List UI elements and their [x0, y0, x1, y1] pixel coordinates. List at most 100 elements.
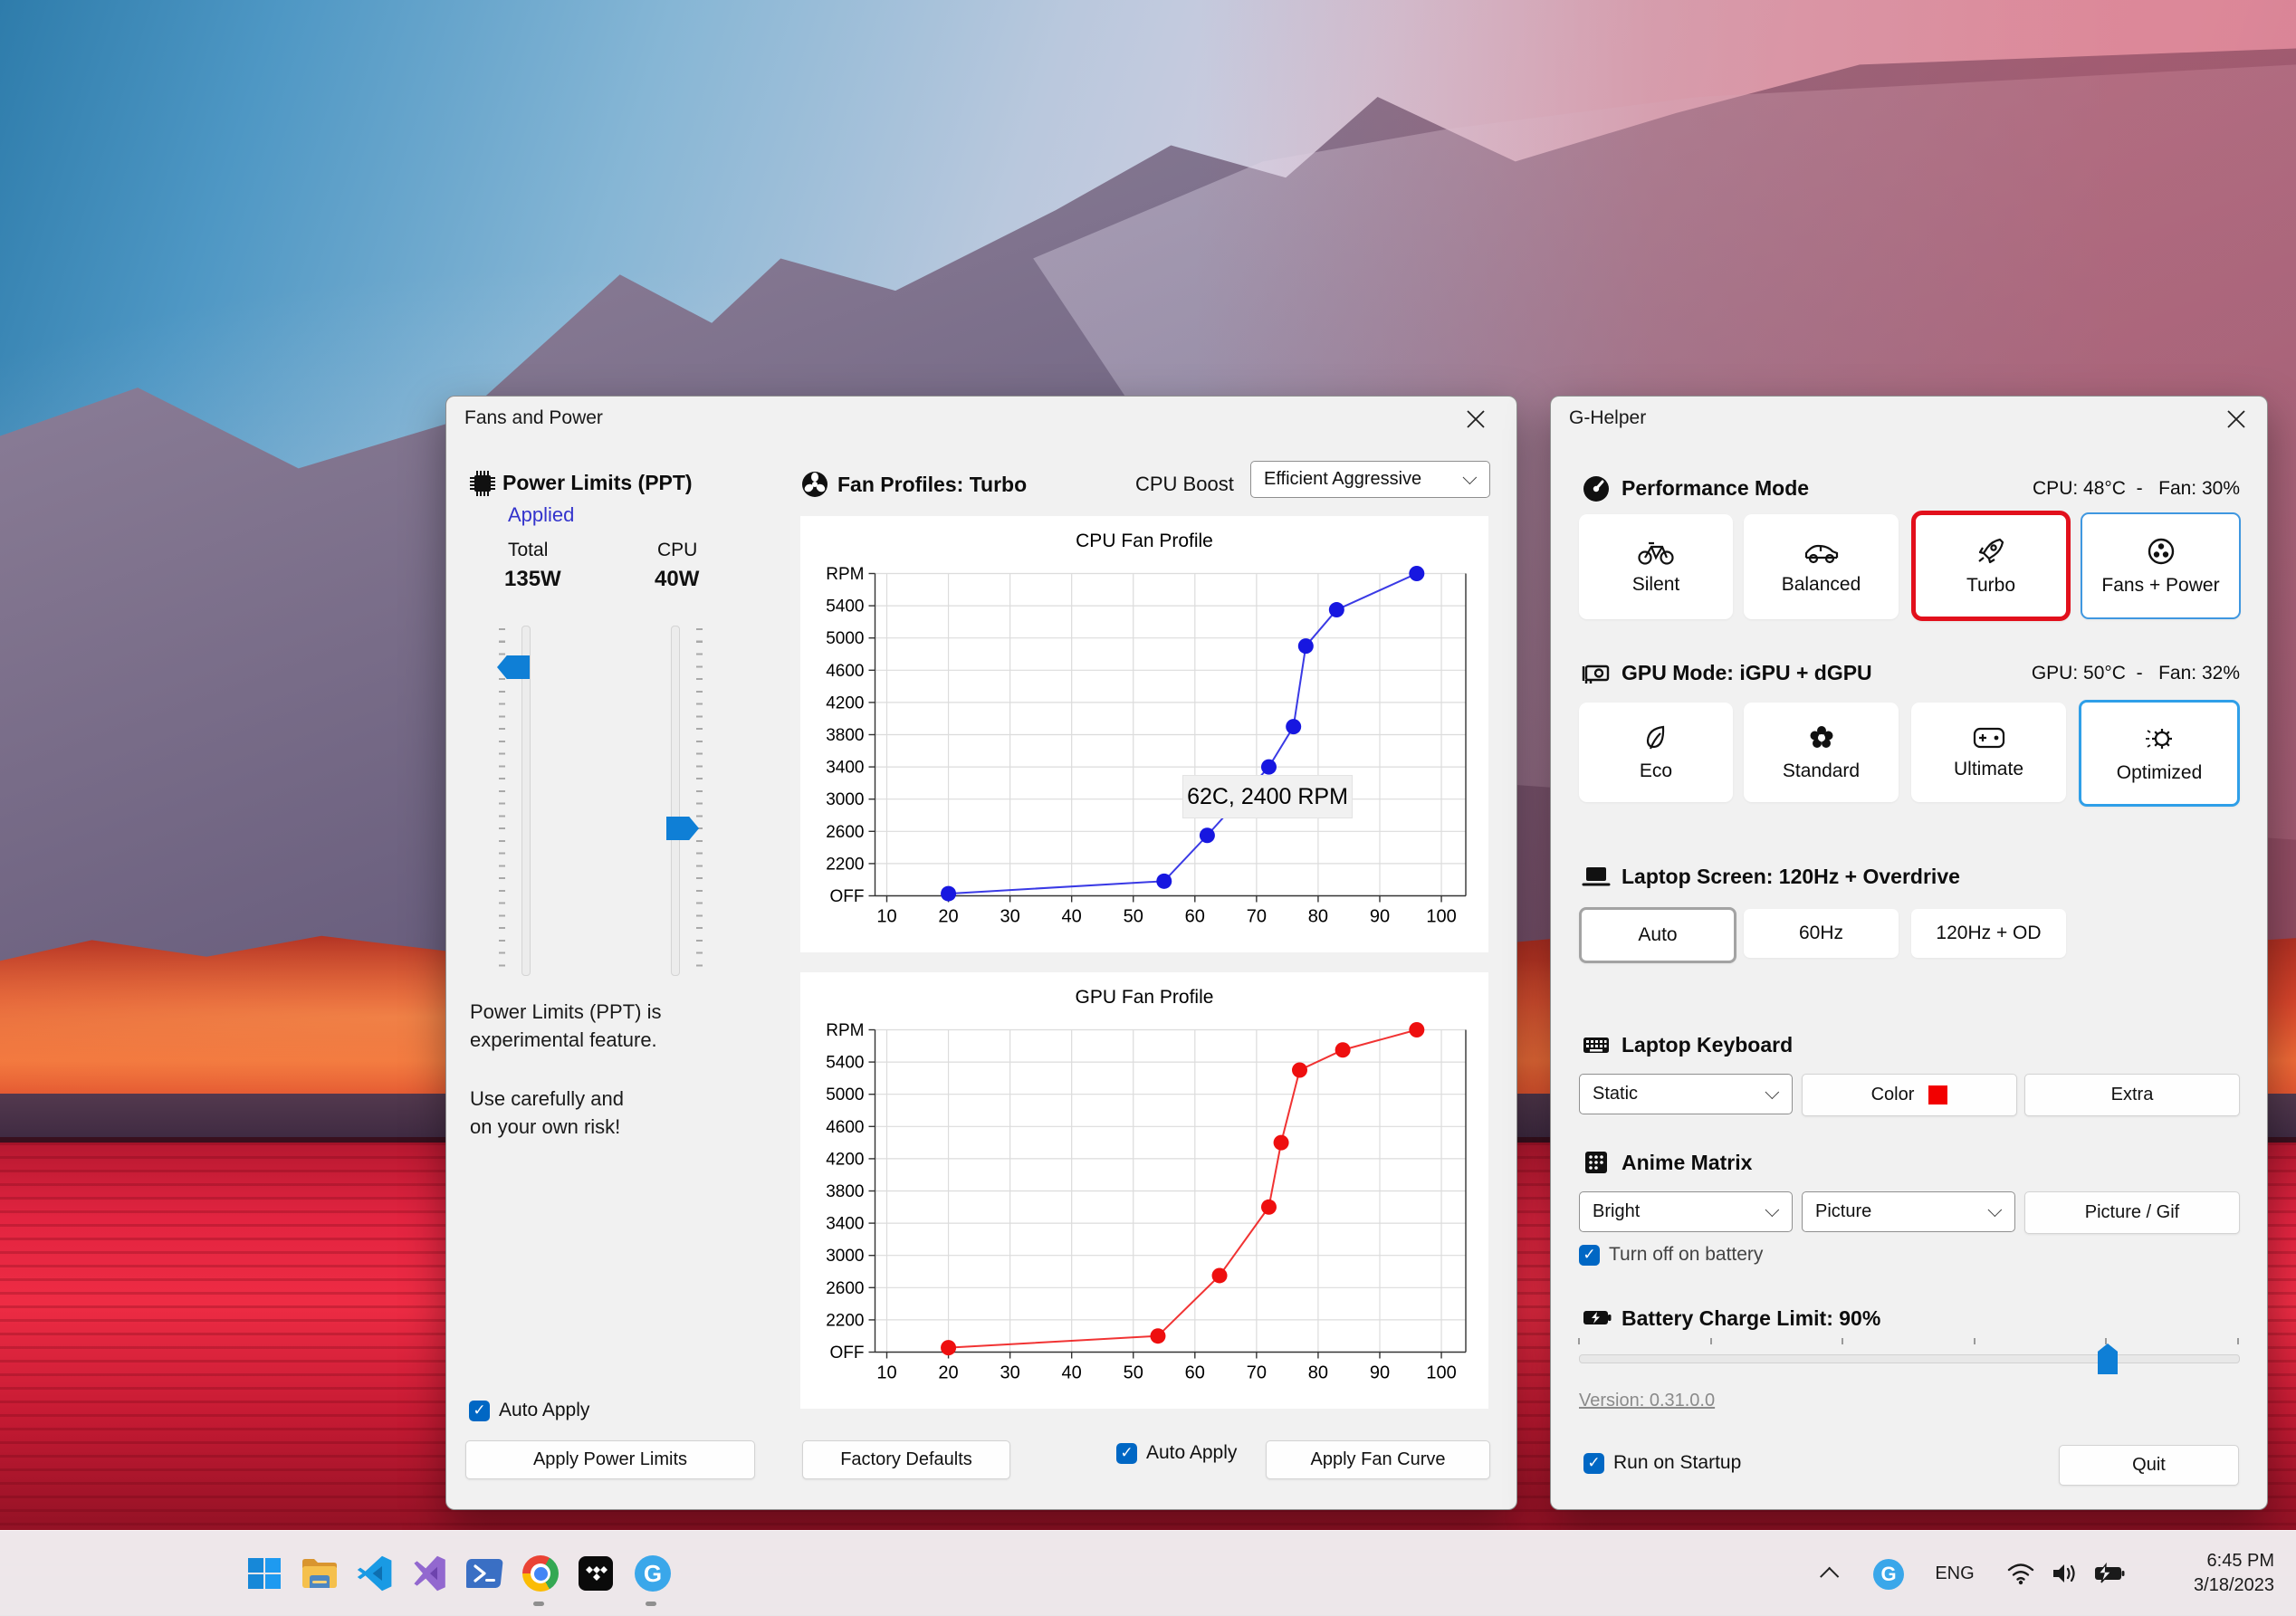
perf-mode-silent-button[interactable]: Silent	[1579, 514, 1733, 619]
fan-curve-point[interactable]	[1261, 1200, 1277, 1215]
fan-curve-point[interactable]	[1200, 827, 1215, 843]
tidal-button[interactable]	[576, 1554, 616, 1593]
cpu-slider-thumb[interactable]	[666, 817, 699, 840]
factory-defaults-button[interactable]: Factory Defaults	[802, 1440, 1010, 1479]
fan-curve-point[interactable]	[941, 886, 956, 902]
language-label: ENG	[1935, 1563, 1974, 1584]
visual-studio-icon	[412, 1555, 448, 1592]
language-indicator[interactable]: ENG	[1932, 1561, 1977, 1586]
battery-slider-thumb[interactable]	[2098, 1343, 2118, 1374]
apply-power-limits-button[interactable]: Apply Power Limits	[465, 1440, 755, 1479]
close-button[interactable]	[2221, 406, 2252, 433]
close-icon	[2226, 409, 2246, 429]
auto-gear-icon	[2144, 723, 2175, 754]
fan-curve-point[interactable]	[1212, 1267, 1228, 1283]
svg-text:4600: 4600	[826, 662, 864, 681]
fan-curve-point[interactable]	[1286, 719, 1301, 734]
version-link[interactable]: Version: 0.31.0.0	[1579, 1391, 1715, 1411]
tray-expand-button[interactable]	[1815, 1558, 1848, 1589]
fan-curve-point[interactable]	[1274, 1135, 1289, 1151]
wifi-tray-icon[interactable]	[2003, 1558, 2039, 1589]
volume-tray-icon[interactable]	[2046, 1558, 2082, 1589]
tray-ghelper-icon[interactable]: G	[1870, 1556, 1907, 1592]
svg-text:RPM: RPM	[826, 1021, 864, 1040]
svg-text:3000: 3000	[826, 790, 864, 809]
fan-curve-line	[949, 1030, 1417, 1348]
chevron-down-icon	[1988, 1203, 2003, 1218]
run-on-startup-checkbox[interactable]: ✓ Run on Startup	[1583, 1452, 1741, 1474]
fan-curve-point[interactable]	[1156, 874, 1172, 889]
battery-tray-icon[interactable]	[2090, 1558, 2129, 1589]
chart-axis-labels: OFF220026003000340038004200460050005400R…	[826, 1021, 1457, 1383]
svg-text:2200: 2200	[826, 1311, 864, 1330]
note-line: experimental feature.	[470, 1028, 657, 1051]
chevron-up-icon	[1820, 1566, 1839, 1585]
cpu-slider-track[interactable]	[671, 626, 680, 976]
start-button[interactable]	[244, 1554, 284, 1593]
gpu-mode-standard-button[interactable]: Standard	[1744, 703, 1899, 802]
fan-icon	[2146, 536, 2176, 567]
visual-studio-button[interactable]	[410, 1554, 450, 1593]
auto-apply-fan-label: Auto Apply	[1146, 1442, 1237, 1464]
laptop-keyboard-heading: Laptop Keyboard	[1622, 1033, 1793, 1057]
perf-mode-balanced-button[interactable]: Balanced	[1744, 514, 1899, 619]
auto-apply-fan-checkbox[interactable]: ✓ Auto Apply	[1116, 1442, 1237, 1464]
fan-curve-point[interactable]	[1150, 1328, 1165, 1343]
keyboard-extra-button[interactable]: Extra	[2024, 1074, 2240, 1116]
svg-text:100: 100	[1426, 1363, 1456, 1383]
auto-apply-power-label: Auto Apply	[499, 1400, 589, 1421]
perf-mode-fans-power-button[interactable]: Fans + Power	[2081, 512, 2241, 619]
gpu-mode-eco-button[interactable]: Eco	[1579, 703, 1733, 802]
gpu-fan-chart[interactable]: OFF220026003000340038004200460050005400R…	[800, 972, 1488, 1409]
picture-gif-label: Picture / Gif	[2085, 1202, 2179, 1223]
apply-fan-curve-button[interactable]: Apply Fan Curve	[1266, 1440, 1490, 1479]
fan-curve-point[interactable]	[1409, 566, 1424, 581]
cpu-fan-chart[interactable]: OFF220026003000340038004200460050005400R…	[800, 516, 1488, 952]
powershell-button[interactable]	[465, 1554, 505, 1593]
performance-mode-heading: Performance Mode	[1622, 476, 1809, 501]
cpu-boost-select[interactable]: Efficient Aggressive	[1250, 461, 1490, 498]
close-button[interactable]	[1460, 406, 1491, 433]
note-line: Use carefully and	[470, 1087, 624, 1110]
svg-text:90: 90	[1370, 1363, 1390, 1383]
fan-curve-point[interactable]	[1409, 1022, 1424, 1037]
auto-apply-power-checkbox[interactable]: ✓ Auto Apply	[469, 1400, 589, 1421]
vscode-button[interactable]	[355, 1554, 395, 1593]
keyboard-mode-select[interactable]: Static	[1579, 1074, 1793, 1114]
cpu-slider-ticks	[696, 628, 703, 974]
window-title: G-Helper	[1569, 407, 1646, 429]
keyboard-color-button[interactable]: Color	[1802, 1074, 2017, 1116]
svg-text:30: 30	[1000, 1363, 1019, 1383]
running-indicator	[533, 1602, 544, 1606]
matrix-brightness-select[interactable]: Bright	[1579, 1191, 1793, 1232]
battery-slider-track[interactable]	[1579, 1354, 2240, 1363]
svg-text:3400: 3400	[826, 759, 864, 778]
quit-button[interactable]: Quit	[2059, 1445, 2239, 1486]
screen-120hz-od-button[interactable]: 120Hz + OD	[1911, 909, 2066, 958]
fan-curve-point[interactable]	[1329, 602, 1344, 617]
svg-text:OFF: OFF	[830, 1343, 865, 1363]
slider-tick	[2105, 1338, 2107, 1344]
file-explorer-button[interactable]	[300, 1554, 340, 1593]
fan-profiles-icon	[800, 470, 829, 499]
ghelper-taskbar-button[interactable]: G	[633, 1554, 673, 1593]
fan-curve-point[interactable]	[1292, 1063, 1307, 1078]
fan-curve-point[interactable]	[941, 1340, 956, 1355]
matrix-mode-select[interactable]: Picture	[1802, 1191, 2015, 1232]
laptop-screen-heading: Laptop Screen: 120Hz + Overdrive	[1622, 865, 1960, 889]
picture-gif-button[interactable]: Picture / Gif	[2024, 1191, 2240, 1234]
performance-gauge-icon	[1582, 474, 1611, 503]
screen-auto-button[interactable]: Auto	[1579, 907, 1736, 963]
screen-60hz-button[interactable]: 60Hz	[1744, 909, 1899, 958]
gpu-mode-optimized-button[interactable]: Optimized	[2079, 700, 2240, 807]
chrome-button[interactable]	[521, 1554, 560, 1593]
gpu-mode-ultimate-button[interactable]: Ultimate	[1911, 703, 2066, 802]
fan-curve-point[interactable]	[1261, 760, 1277, 775]
clock[interactable]: 6:45 PM 3/18/2023	[2194, 1549, 2274, 1598]
fan-curve-point[interactable]	[1298, 638, 1314, 654]
slider-tick	[1842, 1338, 1843, 1344]
fan-curve-point[interactable]	[1335, 1042, 1351, 1057]
perf-mode-turbo-button[interactable]: Turbo	[1911, 511, 2071, 621]
taskbar: G G ENG 6:45 PM	[0, 1530, 2296, 1616]
turn-off-on-battery-checkbox[interactable]: ✓ Turn off on battery	[1579, 1244, 1763, 1266]
